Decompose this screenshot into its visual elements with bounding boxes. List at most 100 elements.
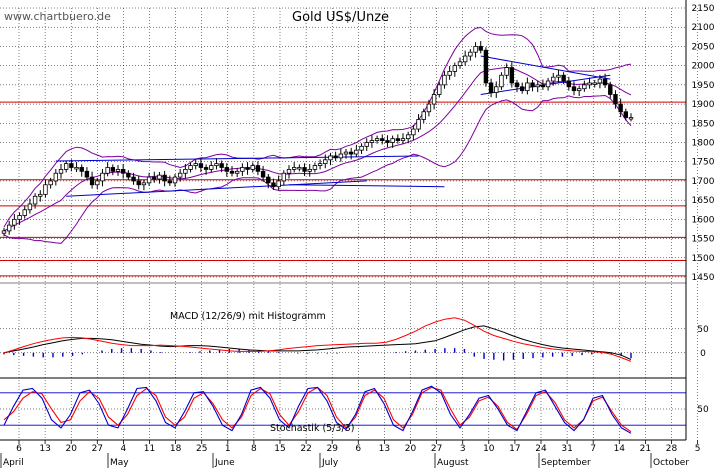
candle-body xyxy=(426,103,432,113)
candle-body xyxy=(333,155,338,159)
macd-tick-label: 0 xyxy=(700,349,706,359)
date-tick-label: 1 xyxy=(225,444,231,454)
macd-title: MACD (12/26/9) mit Histogramm xyxy=(170,311,326,322)
candle-body xyxy=(234,170,240,174)
price-tick-label: 1650 xyxy=(692,196,715,206)
watermark: www.chartbuero.de xyxy=(4,10,111,23)
candle-body xyxy=(530,82,535,88)
price-tick-label: 1850 xyxy=(692,119,715,129)
candle-body xyxy=(437,84,442,95)
candle-body xyxy=(623,111,629,118)
date-tick-label: 21 xyxy=(640,444,651,454)
date-tick-label: 24 xyxy=(535,444,547,454)
candle-body xyxy=(462,55,468,63)
candle-body xyxy=(105,167,110,174)
candle-body xyxy=(302,167,307,172)
candle-body xyxy=(421,111,426,120)
candle-body xyxy=(69,163,74,168)
month-label: July xyxy=(321,458,339,468)
candle-body xyxy=(628,117,634,120)
candle-body xyxy=(571,86,577,92)
candle-body xyxy=(374,138,380,141)
date-tick-label: 7 xyxy=(590,444,596,454)
candle-body xyxy=(17,215,22,220)
candle-body xyxy=(84,170,90,178)
candle-body xyxy=(58,168,64,174)
candle-body xyxy=(442,74,447,86)
trend-line xyxy=(288,184,445,188)
date-tick-label: 4 xyxy=(121,444,127,454)
date-tick-label: 27 xyxy=(431,444,442,454)
candle-body xyxy=(198,163,204,168)
candle-body xyxy=(494,86,499,93)
candle-body xyxy=(245,167,250,170)
candle-body xyxy=(364,142,369,147)
candle-body xyxy=(468,51,473,57)
candle-body xyxy=(193,163,198,166)
candle-body xyxy=(592,82,597,85)
candle-body xyxy=(183,168,188,174)
candle-body xyxy=(131,176,136,182)
candle-body xyxy=(400,138,406,141)
candle-body xyxy=(369,140,375,143)
candle-body xyxy=(514,82,520,88)
candle-body xyxy=(250,165,255,170)
candle-body xyxy=(38,193,43,197)
candle-body xyxy=(22,209,27,216)
date-tick-label: 6 xyxy=(16,444,22,454)
candle-body xyxy=(483,49,489,84)
date-tick-label: 8 xyxy=(251,444,257,454)
candle-body xyxy=(452,65,458,72)
candle-body xyxy=(297,167,302,170)
month-label: May xyxy=(110,458,129,468)
date-tick-label: 17 xyxy=(509,444,520,454)
price-tick-label: 1500 xyxy=(692,254,715,264)
date-tick-label: 10 xyxy=(483,444,495,454)
candle-body xyxy=(276,180,281,188)
candle-body xyxy=(431,94,437,105)
candle-body xyxy=(120,168,126,174)
candle-body xyxy=(12,218,17,226)
candle-body xyxy=(115,168,121,172)
candle-body xyxy=(1,230,7,234)
macd-signal-line xyxy=(3,317,632,362)
price-tick-label: 1950 xyxy=(692,81,715,91)
candle-body xyxy=(488,82,494,93)
bollinger-bands xyxy=(3,26,632,244)
price-tick-label: 1550 xyxy=(692,235,715,245)
candle-body xyxy=(499,74,504,88)
candle-body xyxy=(323,159,328,165)
candle-body xyxy=(188,165,193,170)
price-tick-label: 1450 xyxy=(692,273,715,283)
candle-body xyxy=(286,168,292,174)
candle-body xyxy=(271,182,276,188)
candle-body xyxy=(457,61,463,67)
stoch-tick-label: 50 xyxy=(697,405,709,415)
candle-body xyxy=(281,172,287,182)
candle-body xyxy=(576,88,582,92)
price-tick-label: 2000 xyxy=(692,62,715,72)
support-lines xyxy=(0,101,686,277)
candle-body xyxy=(240,167,245,172)
month-label: April xyxy=(3,458,24,468)
candle-body xyxy=(405,134,411,140)
candle-body xyxy=(74,167,79,170)
candle-body xyxy=(525,82,530,92)
month-label: September xyxy=(541,458,591,468)
macd-line xyxy=(3,325,632,360)
candle-body xyxy=(214,163,219,166)
candle-body xyxy=(167,180,173,184)
candle-body xyxy=(255,165,261,172)
candle-body xyxy=(354,149,359,155)
bollinger-lower xyxy=(3,94,632,244)
candle-body xyxy=(172,176,178,184)
candle-body xyxy=(390,138,395,143)
candle-body xyxy=(136,180,141,186)
candle-body xyxy=(535,84,540,88)
candle-body xyxy=(582,84,587,90)
candle-body xyxy=(152,176,157,180)
candle-body xyxy=(177,172,183,178)
candle-body xyxy=(551,76,556,82)
candle-body xyxy=(224,167,230,172)
candle-body xyxy=(359,145,364,151)
